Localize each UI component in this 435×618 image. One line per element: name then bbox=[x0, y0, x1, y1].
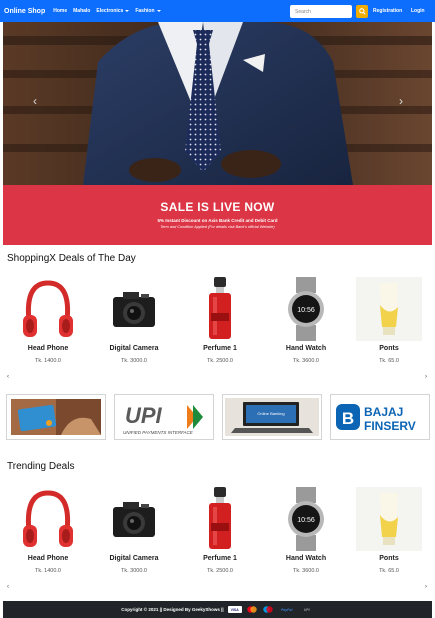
chevron-right-icon[interactable]: › bbox=[395, 94, 407, 108]
login-link[interactable]: Login bbox=[411, 0, 425, 22]
product-price: Tk. 3000.0 bbox=[121, 358, 147, 364]
product-price: Tk. 1400.0 bbox=[35, 568, 61, 574]
sale-terms: Term and Condition Applied (For details … bbox=[160, 225, 275, 229]
product-card[interactable]: Head Phone Tk. 1400.0 bbox=[5, 277, 91, 377]
product-card[interactable]: Perfume 1 Tk. 2500.0 bbox=[177, 487, 263, 587]
maestro-icon bbox=[262, 606, 274, 613]
product-name: Perfume 1 bbox=[203, 555, 237, 562]
mastercard-icon bbox=[246, 606, 258, 613]
footer-copyright: Copyright © 2021 || Designed By GeekySho… bbox=[121, 607, 224, 612]
nav-link-mahalo[interactable]: Mahalo bbox=[73, 8, 90, 14]
product-card[interactable]: 10:56 Hand Watch Tk. 3600.0 bbox=[263, 277, 349, 377]
chevron-left-icon[interactable]: ‹ bbox=[7, 374, 9, 380]
product-card[interactable]: Perfume 1 Tk. 2500.0 bbox=[177, 277, 263, 377]
hero-image bbox=[3, 22, 432, 185]
product-name: Digital Camera bbox=[109, 555, 159, 562]
card-payment-banner[interactable] bbox=[6, 394, 106, 440]
laptop-screen-text: Online Banking bbox=[257, 411, 284, 416]
headphone-icon bbox=[23, 490, 73, 547]
footer: Copyright © 2021 || Designed By GeekySho… bbox=[3, 601, 432, 618]
product-price: Tk. 3600.0 bbox=[293, 568, 319, 574]
product-price: Tk. 65.0 bbox=[379, 568, 399, 574]
product-name: Head Phone bbox=[27, 345, 69, 352]
product-name: Ponts bbox=[379, 345, 399, 352]
hero-carousel[interactable]: ‹ › bbox=[3, 22, 432, 185]
product-name: Perfume 1 bbox=[203, 345, 237, 352]
caret-down-icon bbox=[125, 9, 130, 12]
upi-subtitle: UNIFIED PAYMENTS INTERFACE bbox=[123, 430, 194, 435]
trending-product-row: Head Phone Tk. 1400.0 Digital Camera Tk.… bbox=[3, 487, 432, 587]
product-name: Hand Watch bbox=[285, 345, 327, 352]
perfume-icon bbox=[209, 487, 231, 549]
nav-dropdown-fashion[interactable]: Fashion bbox=[135, 8, 161, 14]
product-price: Tk. 65.0 bbox=[379, 358, 399, 364]
watch-icon: 10:56 bbox=[288, 277, 324, 341]
product-price: Tk. 3600.0 bbox=[293, 358, 319, 364]
brand-logo[interactable]: Online Shop bbox=[4, 8, 45, 15]
sale-title: SALE IS LIVE NOW bbox=[160, 200, 275, 214]
sale-subtitle: 5% Instant Discount on Axis Bank Credit … bbox=[157, 218, 278, 223]
upi-logo: UPI UNIFIED PAYMENTS INTERFACE bbox=[123, 403, 203, 435]
visa-icon: VISA bbox=[227, 606, 242, 613]
product-card[interactable]: Ponts Tk. 65.0 bbox=[346, 487, 432, 587]
trending-section-title: Trending Deals bbox=[7, 461, 75, 472]
chevron-right-icon[interactable]: › bbox=[425, 584, 427, 590]
navbar: Online Shop Home Mahalo Electronics Fash… bbox=[0, 0, 435, 22]
nav-dropdown-fashion-label: Fashion bbox=[135, 8, 155, 14]
laptop-image: Online Banking bbox=[225, 398, 319, 436]
nav-link-home[interactable]: Home bbox=[53, 8, 67, 14]
product-price: Tk. 1400.0 bbox=[35, 358, 61, 364]
caret-down-icon bbox=[156, 9, 161, 12]
product-price: Tk. 2500.0 bbox=[207, 568, 233, 574]
deals-product-row: Head Phone Tk. 1400.0 Digital Camera Tk.… bbox=[3, 277, 432, 377]
bajaj-finserv-banner[interactable]: B BAJAJ FINSERV bbox=[330, 394, 430, 440]
online-banking-banner[interactable]: Online Banking bbox=[222, 394, 322, 440]
cream-tube-icon bbox=[356, 487, 422, 551]
chevron-right-icon[interactable]: › bbox=[425, 374, 427, 380]
search-icon bbox=[358, 8, 366, 15]
upi-text: UPI bbox=[125, 403, 163, 428]
product-name: Ponts bbox=[379, 555, 399, 562]
sale-banner: SALE IS LIVE NOW 5% Instant Discount on … bbox=[3, 185, 432, 245]
search-button[interactable] bbox=[356, 5, 368, 18]
bajaj-line1: BAJAJ bbox=[364, 405, 403, 419]
svg-text:10:56: 10:56 bbox=[297, 517, 315, 524]
product-card[interactable]: Digital Camera Tk. 3000.0 bbox=[91, 487, 177, 587]
camera-icon bbox=[113, 502, 155, 537]
product-name: Digital Camera bbox=[109, 345, 159, 352]
upi-banner[interactable]: UPI UNIFIED PAYMENTS INTERFACE bbox=[114, 394, 214, 440]
nav-dropdown-electronics[interactable]: Electronics bbox=[96, 8, 130, 14]
product-name: Hand Watch bbox=[285, 555, 327, 562]
product-card[interactable]: Ponts Tk. 65.0 bbox=[346, 277, 432, 377]
credit-card-image bbox=[11, 399, 101, 435]
watch-icon: 10:56 bbox=[288, 487, 324, 551]
svg-text:10:56: 10:56 bbox=[297, 307, 315, 314]
nav-dropdown-electronics-label: Electronics bbox=[96, 8, 124, 14]
upi-icon: UPI bbox=[303, 607, 310, 612]
product-name: Head Phone bbox=[27, 555, 69, 562]
search-input[interactable] bbox=[290, 5, 352, 18]
bajaj-line2: FINSERV bbox=[364, 419, 416, 433]
product-card[interactable]: Digital Camera Tk. 3000.0 bbox=[91, 277, 177, 377]
product-price: Tk. 2500.0 bbox=[207, 358, 233, 364]
bajaj-finserv-logo: B BAJAJ FINSERV bbox=[336, 404, 416, 433]
chevron-left-icon[interactable]: ‹ bbox=[29, 94, 41, 108]
product-card[interactable]: Head Phone Tk. 1400.0 bbox=[5, 487, 91, 587]
chevron-left-icon[interactable]: ‹ bbox=[7, 584, 9, 590]
cream-tube-icon bbox=[356, 277, 422, 341]
registration-link[interactable]: Registration bbox=[373, 0, 402, 22]
product-price: Tk. 3000.0 bbox=[121, 568, 147, 574]
headphone-icon bbox=[23, 280, 73, 337]
product-card[interactable]: 10:56 Hand Watch Tk. 3600.0 bbox=[263, 487, 349, 587]
camera-icon bbox=[113, 292, 155, 327]
bajaj-letter: B bbox=[342, 409, 354, 428]
deals-section-title: ShoppingX Deals of The Day bbox=[7, 253, 136, 264]
paypal-icon: PayPal bbox=[280, 607, 293, 612]
perfume-icon bbox=[209, 277, 231, 339]
